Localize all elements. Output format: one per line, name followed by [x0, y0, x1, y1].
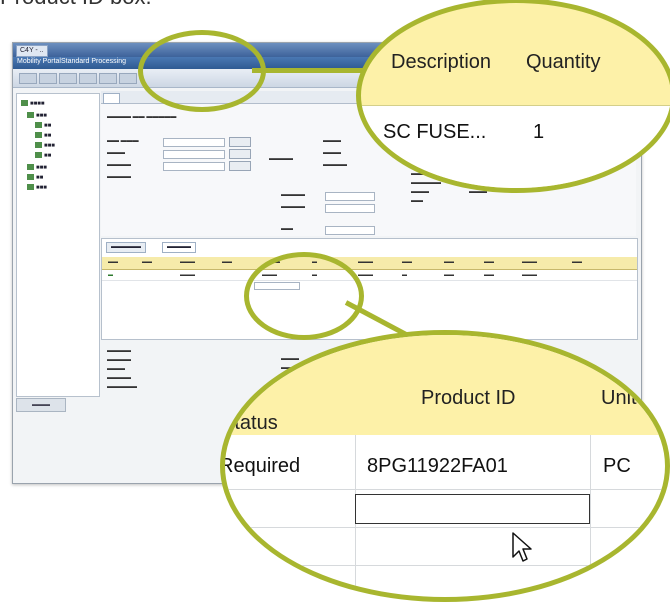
column-header-quantity: Quantity: [526, 51, 601, 73]
grid-line: [225, 527, 665, 528]
header-band: [225, 335, 665, 435]
form-input[interactable]: [163, 138, 225, 147]
column-header-unit: Unit: [601, 387, 637, 409]
form-input[interactable]: [325, 204, 375, 213]
tree-node[interactable]: ■■: [27, 174, 43, 181]
form-button[interactable]: [229, 149, 251, 159]
row-area: [361, 105, 670, 188]
grid-line: [590, 435, 591, 597]
window-tab[interactable]: C4Y - ..: [16, 45, 48, 57]
form-input[interactable]: [163, 150, 225, 159]
zoom-bubble-bottom: al Status Product ID Unit Required 8PG11…: [220, 330, 670, 602]
column-header-product-id: Product ID: [421, 387, 516, 409]
cell-unit: PC: [603, 455, 631, 477]
tree-node[interactable]: ■■■: [27, 184, 47, 191]
tree-node[interactable]: ■■: [35, 122, 51, 129]
cell-status: Required: [220, 455, 301, 477]
cell-product-id: 8PG11922FA01: [367, 455, 508, 477]
form-button[interactable]: [229, 137, 251, 147]
form-label: ▬▬▬▬: [281, 204, 305, 210]
tree-node[interactable]: ■■■: [35, 142, 55, 149]
form-input[interactable]: [325, 226, 375, 235]
tree-node[interactable]: ■■: [35, 132, 51, 139]
toolbar-button[interactable]: [19, 73, 37, 84]
form-button[interactable]: [229, 161, 251, 171]
grid-line: [225, 565, 665, 566]
form-input[interactable]: [163, 162, 225, 171]
divider: [361, 105, 670, 106]
cell-description: SC FUSE...: [383, 121, 487, 143]
form-label: ▬▬▬▬: [107, 174, 131, 180]
menu-item-mobility-portal[interactable]: Mobility Portal: [17, 58, 61, 65]
toolbar-button[interactable]: [39, 73, 57, 84]
form-label: ▬▬▬: [323, 150, 341, 156]
zoom-bubble-top: Description Quantity SC FUSE... 1: [356, 0, 670, 193]
highlight-ring-tab: [138, 30, 266, 112]
navigation-tree: ■■■■ ■■■ ■■ ■■ ■■■ ■■ ■■■ ■■ ■■■: [16, 93, 100, 397]
tree-node[interactable]: ■■■: [27, 112, 47, 119]
form-label: ▬▬▬▬: [269, 156, 293, 162]
form-label: ▬▬▬: [107, 150, 125, 156]
column-header-description: Description: [391, 51, 492, 73]
summary-labels: ▬▬▬▬ ▬▬▬▬ ▬▬▬ ▬▬▬▬ ▬▬▬▬▬: [107, 348, 137, 390]
highlight-ring-product-id: [244, 252, 364, 340]
menu-item-standard-processing[interactable]: Standard Processing: [61, 58, 126, 65]
tab-line-items[interactable]: ▬▬▬▬▬: [106, 242, 146, 253]
toolbar-button[interactable]: [59, 73, 77, 84]
form-label: ▬▬▬▬: [107, 162, 131, 168]
tree-node[interactable]: ■■■: [27, 164, 47, 171]
form-label: ▬▬▬▬ ▬▬ ▬▬▬▬▬: [107, 114, 177, 120]
tree-node[interactable]: ■■: [35, 152, 51, 159]
mouse-cursor-icon: [512, 532, 532, 562]
tree-node[interactable]: ■■■■: [21, 100, 45, 107]
tab-general[interactable]: [103, 93, 120, 104]
form-label: ▬▬: [281, 226, 293, 232]
grid-line: [225, 489, 665, 490]
form-label: ▬▬▬: [323, 138, 341, 144]
cell-quantity: 1: [533, 121, 545, 143]
form-label: ▬▬ ▬▬▬: [107, 138, 139, 144]
status-box: ▬▬▬: [16, 398, 66, 412]
column-header-status: al Status: [221, 388, 278, 434]
form-input[interactable]: [325, 192, 375, 201]
grid-header: ▬▬ ▬▬ ▬▬▬ ▬▬ ▬▬ ▬ ▬▬▬ ▬▬ ▬▬ ▬▬ ▬▬▬ ▬▬: [102, 257, 637, 270]
product-id-input[interactable]: [355, 494, 590, 524]
line-items-grid: ▬▬▬▬▬ ▬▬▬▬ ▬▬ ▬▬ ▬▬▬ ▬▬ ▬▬ ▬ ▬▬▬ ▬▬ ▬▬ ▬▬ ▬▬▬ ▬▬…: [101, 238, 638, 340]
caption: Product ID box.: [0, 0, 152, 10]
tab-extra[interactable]: ▬▬▬▬: [162, 242, 196, 253]
table-row[interactable]: ▬ ▬▬▬ ▬▬▬ ▬ ▬▬▬ ▬ ▬▬ ▬▬ ▬▬▬: [102, 270, 637, 281]
form-label: ▬▬▬▬: [323, 162, 347, 168]
toolbar-button[interactable]: [79, 73, 97, 84]
form-label: ▬▬▬▬: [281, 192, 305, 198]
toolbar-button[interactable]: [99, 73, 117, 84]
toolbar-button[interactable]: [119, 73, 137, 84]
